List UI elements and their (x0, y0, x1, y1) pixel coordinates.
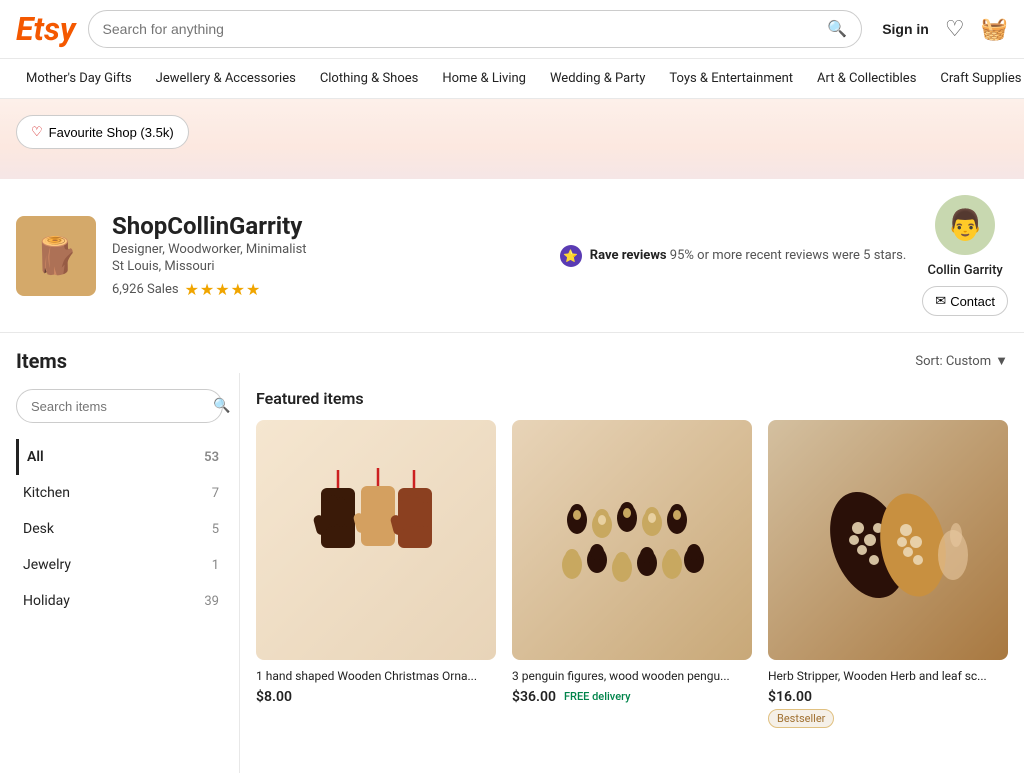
category-item-all[interactable]: All 53 (16, 439, 223, 475)
product-card-3[interactable]: Herb Stripper, Wooden Herb and leaf sc..… (768, 420, 1008, 728)
contact-label: Contact (950, 294, 995, 309)
category-count: 1 (212, 558, 219, 573)
shop-owner: 👨 Collin Garrity ✉ Contact (922, 195, 1008, 316)
nav-item-jewellery[interactable]: Jewellery & Accessories (146, 65, 306, 92)
product-title-3: Herb Stripper, Wooden Herb and leaf sc..… (768, 668, 1008, 685)
category-label: All (27, 449, 44, 465)
header-actions: Sign in ♡ 🧺 (882, 17, 1008, 42)
category-count: 7 (212, 486, 219, 501)
product-card-2[interactable]: 3 penguin figures, wood wooden pengu... … (512, 420, 752, 728)
herb-stripper-svg (808, 460, 968, 620)
site-header: Etsy 🔍 Sign in ♡ 🧺 (0, 0, 1024, 59)
product-image-2 (512, 420, 752, 660)
nav-item-mothers-day[interactable]: Mother's Day Gifts (16, 65, 142, 92)
category-item-desk[interactable]: Desk 5 (16, 511, 223, 547)
main-area: 🔍 All 53 Kitchen 7 Desk 5 Jewelry 1 Holi… (0, 373, 1024, 773)
shop-avatar: 🪵 (16, 216, 96, 296)
sign-in-button[interactable]: Sign in (882, 21, 929, 37)
product-title-2: 3 penguin figures, wood wooden pengu... (512, 668, 752, 685)
featured-label: Featured items (256, 389, 1008, 408)
price-value-3: $16.00 (768, 689, 812, 705)
price-value-1: $8.00 (256, 689, 292, 705)
rave-reviews: ⭐ Rave reviews 95% or more recent review… (560, 245, 907, 267)
product-card-1[interactable]: 1 hand shaped Wooden Christmas Orna... $… (256, 420, 496, 728)
shop-location: St Louis, Missouri (112, 259, 504, 274)
sort-label: Sort: Custom (915, 354, 991, 369)
nav-item-toys[interactable]: Toys & Entertainment (659, 65, 803, 92)
product-image-1 (256, 420, 496, 660)
product-price-2: $36.00 FREE delivery (512, 689, 752, 705)
category-label: Jewelry (23, 557, 71, 573)
category-label: Desk (23, 521, 54, 537)
search-items-icon: 🔍 (213, 398, 230, 414)
owner-avatar: 👨 (935, 195, 995, 255)
shop-sales: 6,926 Sales ★★★★★ (112, 280, 504, 299)
sidebar: 🔍 All 53 Kitchen 7 Desk 5 Jewelry 1 Holi… (0, 373, 240, 773)
search-input[interactable] (103, 21, 828, 37)
category-label: Kitchen (23, 485, 70, 501)
items-page-header: Items Sort: Custom ▼ (0, 333, 1024, 373)
free-delivery-badge: FREE delivery (564, 690, 631, 703)
product-title-1: 1 hand shaped Wooden Christmas Orna... (256, 668, 496, 685)
product-grid: 1 hand shaped Wooden Christmas Orna... $… (256, 420, 1008, 728)
owner-avatar-placeholder: 👨 (946, 208, 983, 243)
search-bar: 🔍 (88, 10, 863, 48)
sales-count: 6,926 Sales (112, 282, 179, 297)
product-price-3: $16.00 (768, 689, 1008, 705)
category-count: 5 (212, 522, 219, 537)
category-count: 53 (204, 450, 219, 465)
shop-avatar-placeholder: 🪵 (34, 235, 79, 277)
wishlist-icon[interactable]: ♡ (945, 17, 965, 42)
rave-text: Rave reviews 95% or more recent reviews … (590, 248, 907, 263)
search-items-input[interactable] (31, 399, 207, 414)
search-button[interactable]: 🔍 (827, 19, 847, 39)
heart-icon: ♡ (31, 124, 43, 140)
category-item-holiday[interactable]: Holiday 39 (16, 583, 223, 619)
category-list: All 53 Kitchen 7 Desk 5 Jewelry 1 Holida… (16, 439, 223, 619)
contact-button[interactable]: ✉ Contact (922, 286, 1008, 316)
category-count: 39 (204, 594, 219, 609)
bestseller-badge: Bestseller (768, 709, 834, 728)
sort-chevron-icon: ▼ (995, 353, 1008, 369)
nav-item-wedding[interactable]: Wedding & Party (540, 65, 655, 92)
product-image-3 (768, 420, 1008, 660)
sort-control[interactable]: Sort: Custom ▼ (915, 353, 1008, 369)
penguins-svg (552, 460, 712, 620)
price-value-2: $36.00 (512, 689, 556, 705)
items-title: Items (16, 349, 67, 373)
nav-item-craft[interactable]: Craft Supplies (930, 65, 1024, 92)
product-price-1: $8.00 (256, 689, 496, 705)
etsy-logo: Etsy (16, 10, 76, 48)
message-icon: ✉ (935, 293, 946, 309)
owner-name: Collin Garrity (927, 263, 1002, 278)
nav-item-home[interactable]: Home & Living (432, 65, 536, 92)
favourite-shop-button[interactable]: ♡ Favourite Shop (3.5k) (16, 115, 189, 149)
main-nav: Mother's Day Gifts Jewellery & Accessori… (0, 59, 1024, 99)
search-items-box: 🔍 (16, 389, 223, 423)
hand-ornament-svg (296, 460, 456, 620)
shop-details: ShopCollinGarrity Designer, Woodworker, … (112, 212, 504, 299)
shop-name: ShopCollinGarrity (112, 212, 504, 240)
rave-icon: ⭐ (560, 245, 582, 267)
category-item-jewelry[interactable]: Jewelry 1 (16, 547, 223, 583)
basket-icon[interactable]: 🧺 (981, 17, 1008, 42)
nav-item-art[interactable]: Art & Collectibles (807, 65, 926, 92)
shop-info: 🪵 ShopCollinGarrity Designer, Woodworker… (0, 179, 1024, 333)
nav-item-clothing[interactable]: Clothing & Shoes (310, 65, 429, 92)
fav-shop-label: Favourite Shop (3.5k) (49, 125, 174, 140)
shop-tagline: Designer, Woodworker, Minimalist (112, 242, 504, 257)
category-label: Holiday (23, 593, 70, 609)
star-rating: ★★★★★ (185, 280, 262, 299)
rave-label: Rave reviews (590, 248, 667, 263)
shop-banner: ♡ Favourite Shop (3.5k) (0, 99, 1024, 179)
category-item-kitchen[interactable]: Kitchen 7 (16, 475, 223, 511)
main-content: Featured items (240, 373, 1024, 773)
rave-desc: 95% or more recent reviews were 5 stars. (670, 248, 906, 263)
